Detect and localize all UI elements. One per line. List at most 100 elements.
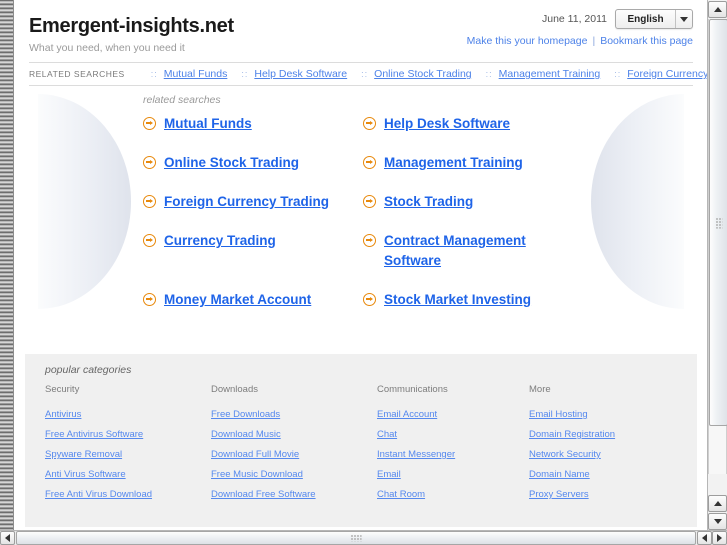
strip-link-1[interactable]: Help Desk Software xyxy=(254,68,347,80)
search-link-item[interactable]: Currency Trading xyxy=(143,231,353,271)
scroll-left-button[interactable] xyxy=(0,531,15,545)
strip-link-3[interactable]: Management Training xyxy=(499,68,601,80)
search-link-item[interactable]: Stock Trading xyxy=(363,192,573,212)
search-link-label: Online Stock Trading xyxy=(164,155,300,170)
search-link-item[interactable]: Management Training xyxy=(363,153,573,173)
horizontal-scrollbar[interactable] xyxy=(0,530,727,545)
category-link[interactable]: Download Music xyxy=(211,425,377,445)
arrow-circle-icon xyxy=(143,156,156,169)
popular-categories-panel: popular categories Security Antivirus Fr… xyxy=(25,354,697,527)
arrow-right-icon xyxy=(717,534,722,542)
category-link[interactable]: Anti Virus Software xyxy=(45,465,211,485)
language-select[interactable]: English xyxy=(615,9,693,29)
category-link[interactable]: Spyware Removal xyxy=(45,445,211,465)
search-link-item[interactable]: Online Stock Trading xyxy=(143,153,353,173)
search-link-item[interactable]: Mutual Funds xyxy=(143,114,353,134)
category-heading: Security xyxy=(45,384,80,395)
scroll-right-button[interactable] xyxy=(712,531,727,545)
category-link[interactable]: Email Account xyxy=(377,405,529,425)
page-header: Emergent-insights.net What you need, whe… xyxy=(15,0,707,62)
category-link[interactable]: Download Free Software xyxy=(211,485,377,505)
related-searches-label: RELATED SEARCHES xyxy=(29,69,125,79)
category-heading: Downloads xyxy=(211,384,258,395)
arrow-circle-icon xyxy=(363,156,376,169)
arrow-circle-icon xyxy=(143,234,156,247)
strip-link-2[interactable]: Online Stock Trading xyxy=(374,68,471,80)
arrow-circle-icon xyxy=(363,234,376,247)
category-link[interactable]: Free Anti Virus Download xyxy=(45,485,211,505)
dot-separator-icon: :: xyxy=(150,69,158,79)
scroll-down-button[interactable] xyxy=(708,513,727,530)
arrow-circle-icon xyxy=(363,117,376,130)
category-column-more: More Email Hosting Domain Registration N… xyxy=(529,384,677,505)
category-link[interactable]: Chat xyxy=(377,425,529,445)
browser-window: Emergent-insights.net What you need, whe… xyxy=(0,0,727,545)
scroll-up-button[interactable] xyxy=(708,1,727,18)
related-searches-nav: :: Mutual Funds :: Help Desk Software :: On… xyxy=(151,68,707,80)
decorative-right-semicircle xyxy=(591,94,684,309)
vertical-scrollbar[interactable] xyxy=(707,0,727,530)
strip-link-4[interactable]: Foreign Currency Trading xyxy=(627,68,707,80)
category-link[interactable]: Free Music Download xyxy=(211,465,377,485)
bookmark-page-link[interactable]: Bookmark this page xyxy=(600,35,693,47)
category-link[interactable]: Domain Registration xyxy=(529,425,677,445)
search-link-item[interactable]: Money Market Account xyxy=(143,290,353,310)
category-heading: More xyxy=(529,384,551,395)
category-link[interactable]: Download Full Movie xyxy=(211,445,377,465)
arrow-circle-icon xyxy=(363,293,376,306)
search-link-label: Management Training xyxy=(384,155,523,170)
search-link-item[interactable]: Foreign Currency Trading xyxy=(143,192,353,212)
search-link-label: Currency Trading xyxy=(164,233,276,248)
category-link[interactable]: Email xyxy=(377,465,529,485)
category-link[interactable]: Free Antivirus Software xyxy=(45,425,211,445)
arrow-circle-icon xyxy=(143,195,156,208)
make-homepage-link[interactable]: Make this your homepage xyxy=(467,35,588,47)
horizontal-scroll-thumb[interactable] xyxy=(16,531,696,545)
arrow-circle-icon xyxy=(363,195,376,208)
category-link[interactable]: Free Downloads xyxy=(211,405,377,425)
vertical-scroll-track[interactable] xyxy=(708,19,727,474)
arrow-left-icon xyxy=(702,534,707,542)
header-right-cluster: June 11, 2011 English Make this your hom… xyxy=(467,8,693,48)
category-link[interactable]: Email Hosting xyxy=(529,405,677,425)
scroll-up-button-secondary[interactable] xyxy=(708,495,727,512)
dot-separator-icon: :: xyxy=(241,69,249,79)
strip-link-0[interactable]: Mutual Funds xyxy=(164,68,228,80)
category-link[interactable]: Instant Messenger xyxy=(377,445,529,465)
scroll-left-button-secondary[interactable] xyxy=(697,531,712,545)
section-title-related-searches: related searches xyxy=(143,94,221,106)
main-content-area: related searches Mutual Funds Help Desk … xyxy=(15,86,707,346)
language-select-value: English xyxy=(627,13,664,25)
header-utility-links: Make this your homepage | Bookmark this pa… xyxy=(467,34,693,48)
category-link[interactable]: Proxy Servers xyxy=(529,485,677,505)
arrow-circle-icon xyxy=(143,293,156,306)
dot-separator-icon: :: xyxy=(614,69,622,79)
dot-separator-icon: :: xyxy=(361,69,369,79)
category-column-security: Security Antivirus Free Antivirus Softwa… xyxy=(45,384,211,505)
left-striped-gutter xyxy=(0,0,14,530)
grip-icon xyxy=(350,534,362,542)
search-link-label: Stock Market Investing xyxy=(384,292,532,307)
vertical-scroll-thumb[interactable] xyxy=(709,19,727,426)
horizontal-scroll-track[interactable] xyxy=(16,531,696,545)
category-link[interactable]: Antivirus xyxy=(45,405,211,425)
search-link-item[interactable]: Contract Management Software xyxy=(363,231,573,271)
related-search-link-grid: Mutual Funds Help Desk Software Online S… xyxy=(143,114,573,310)
category-link[interactable]: Chat Room xyxy=(377,485,529,505)
related-searches-strip: RELATED SEARCHES :: Mutual Funds :: Help D… xyxy=(29,62,707,86)
category-heading: Communications xyxy=(377,384,448,395)
category-link[interactable]: Network Security xyxy=(529,445,677,465)
page-viewport: Emergent-insights.net What you need, whe… xyxy=(15,0,707,530)
popular-categories-columns: Security Antivirus Free Antivirus Softwa… xyxy=(45,384,677,505)
search-link-item[interactable]: Help Desk Software xyxy=(363,114,573,134)
search-link-label: Foreign Currency Trading xyxy=(164,194,330,209)
search-link-label: Contract Management Software xyxy=(384,233,526,268)
category-link[interactable]: Domain Name xyxy=(529,465,677,485)
header-top-row: June 11, 2011 English xyxy=(467,8,693,30)
arrow-left-icon xyxy=(5,534,10,542)
popular-categories-title: popular categories xyxy=(45,364,132,376)
search-link-item[interactable]: Stock Market Investing xyxy=(363,290,573,310)
arrow-up-icon xyxy=(713,501,722,506)
current-date: June 11, 2011 xyxy=(542,13,607,25)
chevron-down-icon xyxy=(675,10,692,28)
